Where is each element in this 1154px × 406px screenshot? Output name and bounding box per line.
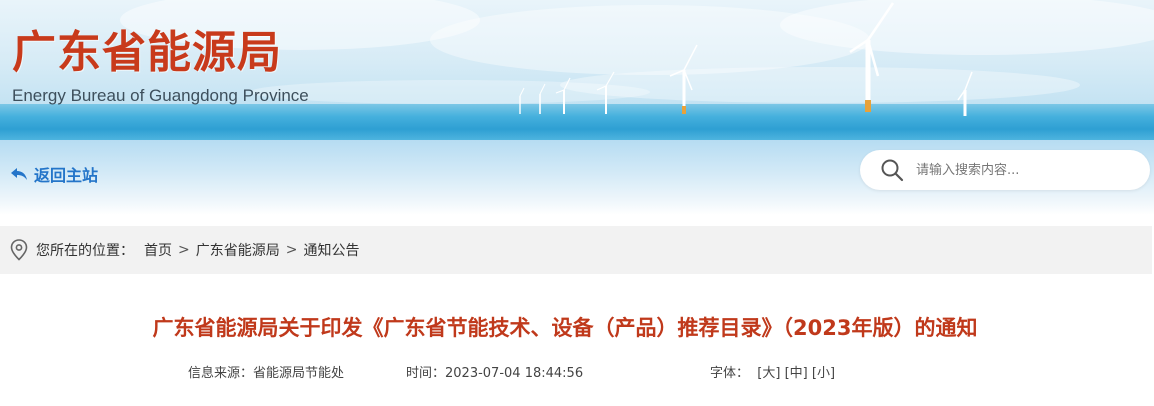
site-subtitle: Energy Bureau of Guangdong Province [12,86,309,105]
search-box[interactable] [860,150,1150,190]
time-value: 2023-07-04 18:44:56 [445,366,584,381]
breadcrumb-separator: > [178,242,190,258]
site-title: 广东省能源局 [12,27,282,78]
back-arrow-icon [11,168,27,180]
breadcrumb-prefix: 您所在的位置： [36,243,134,259]
location-pin-icon [10,239,28,261]
breadcrumb: 您所在的位置： 首页 > 广东省能源局 > 通知公告 [0,226,1152,274]
back-link-label: 返回主站 [34,166,99,185]
article-source: 信息来源：省能源局节能处 [188,362,344,381]
breadcrumb-notices[interactable]: 通知公告 [303,240,359,260]
font-size-controls: 字体： [大] [中] [小] [710,362,835,381]
back-to-main-site-link[interactable]: 返回主站 [10,162,98,186]
search-icon[interactable] [880,158,904,182]
article-time: 时间：2023-07-04 18:44:56 [406,362,583,381]
source-label: 信息来源： [188,366,254,381]
header-banner: 广东省能源局 Energy Bureau of Guangdong Provin… [0,0,1154,140]
article-title: 广东省能源局关于印发《广东省节能技术、设备（产品）推荐目录》（2023年版）的通… [152,316,978,340]
font-size-large-button[interactable]: [大] [757,366,780,381]
font-size-small-button[interactable]: [小] [812,366,835,381]
breadcrumb-home[interactable]: 首页 [144,240,172,260]
time-label: 时间： [406,366,446,381]
breadcrumb-energy-bureau[interactable]: 广东省能源局 [196,240,280,260]
search-input[interactable] [914,161,1138,179]
breadcrumb-separator: > [285,242,298,258]
font-label: 字体： [710,366,750,381]
font-size-medium-button[interactable]: [中] [785,366,808,381]
source-value: 省能源局节能处 [253,366,345,381]
